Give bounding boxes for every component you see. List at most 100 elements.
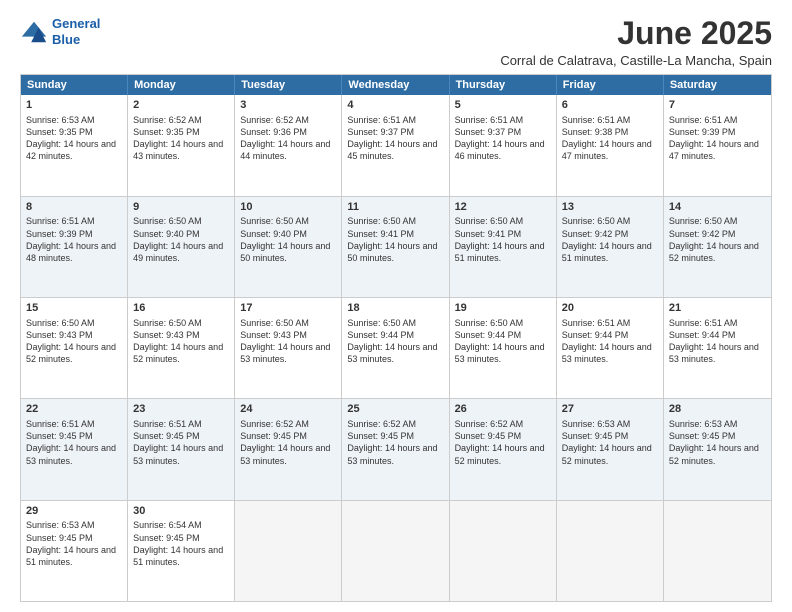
calendar-cell: 24Sunrise: 6:52 AMSunset: 9:45 PMDayligh…	[235, 399, 342, 499]
sunrise-text: Sunrise: 6:50 AM	[133, 216, 202, 226]
day-number: 6	[562, 98, 658, 113]
day-number: 18	[347, 301, 443, 316]
daylight-text: Daylight: 14 hours and 45 minutes.	[347, 139, 437, 161]
calendar-cell: 21Sunrise: 6:51 AMSunset: 9:44 PMDayligh…	[664, 298, 771, 398]
main-title: June 2025	[500, 16, 772, 51]
daylight-text: Daylight: 14 hours and 52 minutes.	[26, 342, 116, 364]
calendar-cell: 10Sunrise: 6:50 AMSunset: 9:40 PMDayligh…	[235, 197, 342, 297]
logo-line1: General	[52, 16, 100, 31]
day-number: 3	[240, 98, 336, 113]
sunrise-text: Sunrise: 6:50 AM	[347, 216, 416, 226]
daylight-text: Daylight: 14 hours and 53 minutes.	[562, 342, 652, 364]
calendar-header-cell: Sunday	[21, 75, 128, 95]
daylight-text: Daylight: 14 hours and 48 minutes.	[26, 241, 116, 263]
sunset-text: Sunset: 9:44 PM	[455, 330, 522, 340]
day-number: 10	[240, 200, 336, 215]
calendar-cell: 5Sunrise: 6:51 AMSunset: 9:37 PMDaylight…	[450, 95, 557, 195]
calendar-cell: 28Sunrise: 6:53 AMSunset: 9:45 PMDayligh…	[664, 399, 771, 499]
sunset-text: Sunset: 9:44 PM	[562, 330, 629, 340]
sunset-text: Sunset: 9:45 PM	[562, 431, 629, 441]
sunset-text: Sunset: 9:45 PM	[455, 431, 522, 441]
calendar-cell: 11Sunrise: 6:50 AMSunset: 9:41 PMDayligh…	[342, 197, 449, 297]
sunset-text: Sunset: 9:40 PM	[133, 229, 200, 239]
sunset-text: Sunset: 9:42 PM	[669, 229, 736, 239]
calendar-cell: 20Sunrise: 6:51 AMSunset: 9:44 PMDayligh…	[557, 298, 664, 398]
calendar-cell: 19 Sunrise: 6:50 AM Sunset: 9:44 PM Dayligh…	[450, 298, 557, 398]
sunrise-text: Sunrise: 6:50 AM	[240, 216, 309, 226]
day-number: 2	[133, 98, 229, 113]
logo-icon	[20, 18, 48, 46]
day-number: 7	[669, 98, 766, 113]
calendar-cell: 6Sunrise: 6:51 AMSunset: 9:38 PMDaylight…	[557, 95, 664, 195]
sunrise-text: Sunrise: 6:51 AM	[562, 318, 631, 328]
day-number: 8	[26, 200, 122, 215]
sunset-text: Sunset: 9:45 PM	[347, 431, 414, 441]
day-number: 19	[455, 301, 551, 316]
sunrise-text: Sunrise: 6:51 AM	[562, 115, 631, 125]
sunset-text: Sunset: 9:42 PM	[562, 229, 629, 239]
calendar: SundayMondayTuesdayWednesdayThursdayFrid…	[20, 74, 772, 602]
calendar-cell: 23Sunrise: 6:51 AMSunset: 9:45 PMDayligh…	[128, 399, 235, 499]
calendar-cell: 12Sunrise: 6:50 AMSunset: 9:41 PMDayligh…	[450, 197, 557, 297]
daylight-text: Daylight: 14 hours and 50 minutes.	[347, 241, 437, 263]
calendar-header: SundayMondayTuesdayWednesdayThursdayFrid…	[21, 75, 771, 95]
calendar-row: 22Sunrise: 6:51 AMSunset: 9:45 PMDayligh…	[21, 399, 771, 500]
logo-text: General Blue	[52, 16, 100, 47]
sunrise-text: Sunrise: 6:50 AM	[455, 318, 524, 328]
calendar-cell: 29Sunrise: 6:53 AMSunset: 9:45 PMDayligh…	[21, 501, 128, 601]
day-number: 15	[26, 301, 122, 316]
daylight-text: Daylight: 14 hours and 53 minutes.	[240, 443, 330, 465]
daylight-text: Daylight: 14 hours and 53 minutes.	[455, 342, 545, 364]
calendar-header-cell: Friday	[557, 75, 664, 95]
sunrise-text: Sunrise: 6:52 AM	[347, 419, 416, 429]
sunrise-text: Sunrise: 6:51 AM	[26, 216, 95, 226]
sunset-text: Sunset: 9:45 PM	[669, 431, 736, 441]
calendar-cell: 8Sunrise: 6:51 AM Sunset: 9:39 PM Daylight…	[21, 197, 128, 297]
daylight-text: Daylight: 14 hours and 52 minutes.	[133, 342, 223, 364]
sunset-text: Sunset: 9:45 PM	[26, 431, 93, 441]
calendar-header-cell: Thursday	[450, 75, 557, 95]
daylight-text: Daylight: 14 hours and 46 minutes.	[455, 139, 545, 161]
sunset-text: Sunset: 9:39 PM	[669, 127, 736, 137]
title-block: June 2025 Corral de Calatrava, Castille-…	[500, 16, 772, 68]
day-number: 29	[26, 504, 122, 519]
sunrise-text: Sunrise: 6:53 AM	[26, 520, 95, 530]
daylight-text: Daylight: 14 hours and 44 minutes.	[240, 139, 330, 161]
calendar-header-cell: Wednesday	[342, 75, 449, 95]
calendar-cell: 25Sunrise: 6:52 AMSunset: 9:45 PMDayligh…	[342, 399, 449, 499]
calendar-cell: 18Sunrise: 6:50 AMSunset: 9:44 PMDayligh…	[342, 298, 449, 398]
calendar-cell: 2Sunrise: 6:52 AMSunset: 9:35 PMDaylight…	[128, 95, 235, 195]
sunset-text: Sunset: 9:37 PM	[347, 127, 414, 137]
sunrise-text: Sunrise: 6:50 AM	[240, 318, 309, 328]
day-number: 1	[26, 98, 122, 113]
calendar-cell	[664, 501, 771, 601]
calendar-cell: 7Sunrise: 6:51 AMSunset: 9:39 PMDaylight…	[664, 95, 771, 195]
daylight-text: Daylight: 14 hours and 43 minutes.	[133, 139, 223, 161]
sunrise-text: Sunrise: 6:53 AM	[26, 115, 95, 125]
day-number: 11	[347, 200, 443, 215]
day-number: 4	[347, 98, 443, 113]
sunset-text: Sunset: 9:35 PM	[26, 127, 93, 137]
sunrise-text: Sunrise: 6:50 AM	[133, 318, 202, 328]
sunset-text: Sunset: 9:38 PM	[562, 127, 629, 137]
daylight-text: Daylight: 14 hours and 42 minutes.	[26, 139, 116, 161]
sunset-text: Sunset: 9:43 PM	[133, 330, 200, 340]
calendar-cell: 15Sunrise: 6:50 AMSunset: 9:43 PMDayligh…	[21, 298, 128, 398]
sunrise-text: Sunrise: 6:52 AM	[133, 115, 202, 125]
day-number: 22	[26, 402, 122, 417]
sunset-text: Sunset: 9:45 PM	[26, 533, 93, 543]
sunset-text: Sunset: 9:43 PM	[240, 330, 307, 340]
sunset-text: Sunset: 9:45 PM	[240, 431, 307, 441]
calendar-cell: 14Sunrise: 6:50 AMSunset: 9:42 PMDayligh…	[664, 197, 771, 297]
sunrise-text: Sunrise: 6:50 AM	[562, 216, 631, 226]
sunset-text: Sunset: 9:40 PM	[240, 229, 307, 239]
sunrise-text: Sunrise: 6:50 AM	[26, 318, 95, 328]
day-number: 16	[133, 301, 229, 316]
sunset-text: Sunset: 9:37 PM	[455, 127, 522, 137]
calendar-header-cell: Monday	[128, 75, 235, 95]
sunset-text: Sunset: 9:39 PM	[26, 229, 93, 239]
calendar-cell: 9Sunrise: 6:50 AMSunset: 9:40 PMDaylight…	[128, 197, 235, 297]
calendar-cell	[557, 501, 664, 601]
calendar-body: 1 Sunrise: 6:53 AM Sunset: 9:35 PM Daylight…	[21, 95, 771, 601]
sunset-text: Sunset: 9:41 PM	[455, 229, 522, 239]
